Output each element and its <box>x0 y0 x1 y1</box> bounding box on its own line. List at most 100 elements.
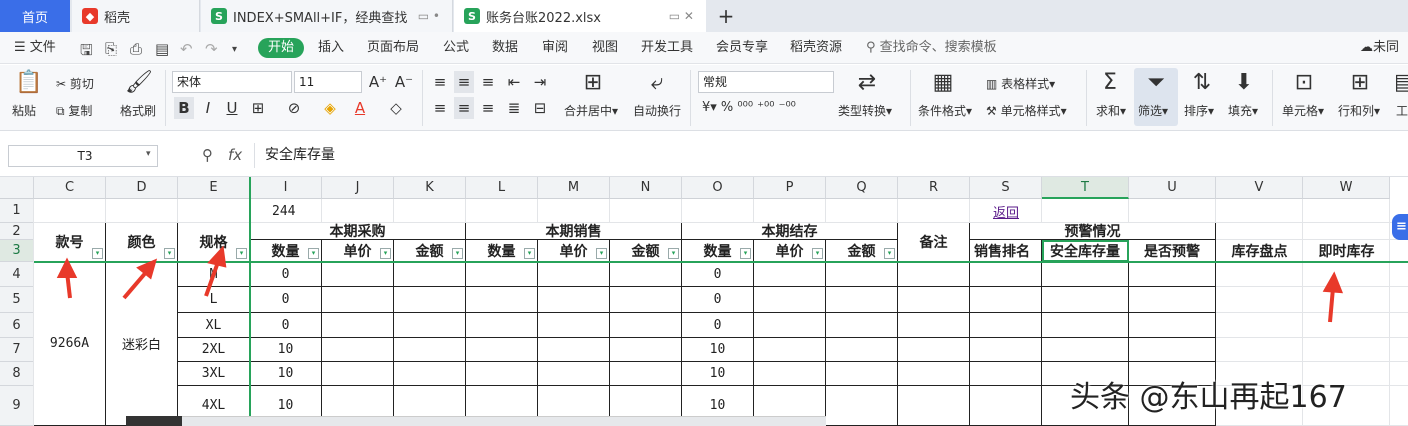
sync-status[interactable]: ☁未同步 <box>1360 32 1408 87</box>
cell-purchase-qty[interactable]: 0 <box>250 262 322 287</box>
table-cell[interactable] <box>970 338 1042 362</box>
merge-icon[interactable]: ⊞ <box>578 70 608 95</box>
filter-dropdown-icon[interactable]: ▾ <box>164 248 175 259</box>
column-header-W[interactable]: W <box>1303 177 1390 199</box>
filter-dropdown-icon[interactable]: ▾ <box>380 248 391 259</box>
table-cell[interactable] <box>610 262 682 287</box>
distributed-icon[interactable]: ⊟ <box>530 97 550 119</box>
table-cell[interactable] <box>394 287 466 313</box>
header-purchase[interactable]: 本期采购 <box>250 223 466 240</box>
table-cell[interactable] <box>754 338 826 362</box>
table-style-button[interactable]: ▥ 表格样式▾ <box>986 75 1055 92</box>
cell-style-button[interactable]: ⚒ 单元格样式▾ <box>986 102 1067 119</box>
filter-dropdown-icon[interactable]: ▾ <box>596 248 607 259</box>
header-qty[interactable]: 数量 ▾ <box>250 240 322 262</box>
table-cell[interactable] <box>538 313 610 338</box>
tab-docer[interactable]: ◆ 稻壳 <box>72 0 200 32</box>
sort-button[interactable]: 排序▾ <box>1184 102 1214 119</box>
table-cell[interactable] <box>466 287 538 313</box>
column-header-K[interactable]: K <box>394 177 466 199</box>
table-cell[interactable] <box>394 262 466 287</box>
export-icon[interactable]: ⎘ <box>105 40 117 58</box>
table-cell[interactable] <box>970 362 1042 386</box>
header-amount[interactable]: 金额 ▾ <box>394 240 466 262</box>
table-cell[interactable] <box>1042 313 1129 338</box>
table-cell[interactable] <box>466 313 538 338</box>
filter-dropdown-icon[interactable]: ▾ <box>308 248 319 259</box>
table-cell[interactable] <box>610 313 682 338</box>
cell-style-no[interactable]: 9266A <box>34 262 106 426</box>
menu-view[interactable]: 视图 <box>592 32 618 64</box>
filter-dropdown-icon[interactable]: ▾ <box>668 248 679 259</box>
table-cell[interactable] <box>466 362 538 386</box>
table-cell[interactable] <box>970 262 1042 287</box>
table-cell[interactable] <box>610 287 682 313</box>
rowcol-icon[interactable]: ⊞ <box>1346 70 1374 95</box>
row-header-5[interactable]: 5 <box>0 287 34 313</box>
table-cell[interactable] <box>826 287 898 313</box>
row-header-3[interactable]: 3 <box>0 240 34 262</box>
cell-purchase-qty[interactable]: 0 <box>250 287 322 313</box>
menu-review[interactable]: 审阅 <box>542 32 568 64</box>
table-cell[interactable] <box>826 262 898 287</box>
underline-icon[interactable]: U <box>222 97 242 119</box>
copy-button[interactable]: ⧉ 复制 <box>56 102 92 119</box>
cell-size[interactable]: 2XL <box>178 338 250 362</box>
cell-purchase-qty[interactable]: 0 <box>250 313 322 338</box>
cell-stock-qty[interactable]: 0 <box>682 287 754 313</box>
column-header-I[interactable]: I <box>250 177 322 199</box>
table-cell[interactable] <box>394 362 466 386</box>
cell-stock-qty[interactable]: 10 <box>682 338 754 362</box>
menu-file[interactable]: ☰ 文件 <box>14 32 56 64</box>
filter-dropdown-icon[interactable]: ▾ <box>740 248 751 259</box>
header-size[interactable]: 规格 ▾ <box>178 223 250 262</box>
menu-vip[interactable]: 会员专享 <box>716 32 768 64</box>
cond-format-icon[interactable]: ▦ <box>928 70 958 95</box>
header-sales[interactable]: 本期销售 <box>466 223 682 240</box>
table-cell[interactable] <box>322 362 394 386</box>
menu-start[interactable]: 开始 <box>258 38 305 58</box>
table-cell[interactable] <box>322 287 394 313</box>
horizontal-scrollbar[interactable] <box>126 416 826 426</box>
header-realtime-stock[interactable]: 即时库存 <box>1303 240 1390 262</box>
format-painter-icon[interactable]: 🖌 <box>124 70 154 95</box>
menu-page-layout[interactable]: 页面布局 <box>367 32 419 64</box>
cell-size[interactable]: M <box>178 262 250 287</box>
format-painter-button[interactable]: 格式刷 <box>120 102 156 119</box>
cell-purchase-qty[interactable]: 10 <box>250 362 322 386</box>
justify-icon[interactable]: ≣ <box>504 97 524 119</box>
filter-dropdown-icon[interactable]: ▾ <box>236 248 247 259</box>
table-cell[interactable] <box>1129 338 1216 362</box>
header-inventory[interactable]: 库存盘点 <box>1216 240 1303 262</box>
column-header-D[interactable]: D <box>106 177 178 199</box>
align-left-icon[interactable]: ≡ <box>430 97 450 119</box>
table-cell[interactable] <box>1129 313 1216 338</box>
column-header-R[interactable]: R <box>898 177 970 199</box>
paste-icon[interactable]: 📋 <box>14 70 44 95</box>
table-cell[interactable] <box>1129 262 1216 287</box>
column-header-L[interactable]: L <box>466 177 538 199</box>
font-size-select[interactable]: 11 <box>294 71 362 93</box>
table-cell[interactable] <box>610 362 682 386</box>
column-header-P[interactable]: P <box>754 177 826 199</box>
cell-icon[interactable]: ⊡ <box>1290 70 1318 95</box>
table-cell[interactable] <box>538 262 610 287</box>
print-icon[interactable]: ⎙ <box>130 40 142 58</box>
header-safety-stock[interactable]: 安全库存量 <box>1042 240 1129 262</box>
cell-button[interactable]: 单元格▾ <box>1282 102 1324 119</box>
header-price[interactable]: 单价 ▾ <box>538 240 610 262</box>
tab-menu-icon[interactable]: ▭ • <box>418 9 440 23</box>
new-tab-button[interactable]: + <box>714 0 738 32</box>
filter-dropdown-icon[interactable]: ▾ <box>524 248 535 259</box>
table-cell[interactable] <box>1042 262 1129 287</box>
header-qty[interactable]: 数量 ▾ <box>682 240 754 262</box>
table-cell[interactable] <box>394 313 466 338</box>
header-stock[interactable]: 本期结存 <box>682 223 898 240</box>
cell-stock-qty[interactable]: 0 <box>682 262 754 287</box>
undo-icon[interactable]: ↶ <box>180 40 193 58</box>
number-format-select[interactable]: 常规 <box>698 71 834 93</box>
column-header-V[interactable]: V <box>1216 177 1303 199</box>
menu-resources[interactable]: 稻壳资源 <box>790 32 842 64</box>
cell-stock-qty[interactable]: 10 <box>682 362 754 386</box>
preview-icon[interactable]: ▤ <box>155 40 169 58</box>
